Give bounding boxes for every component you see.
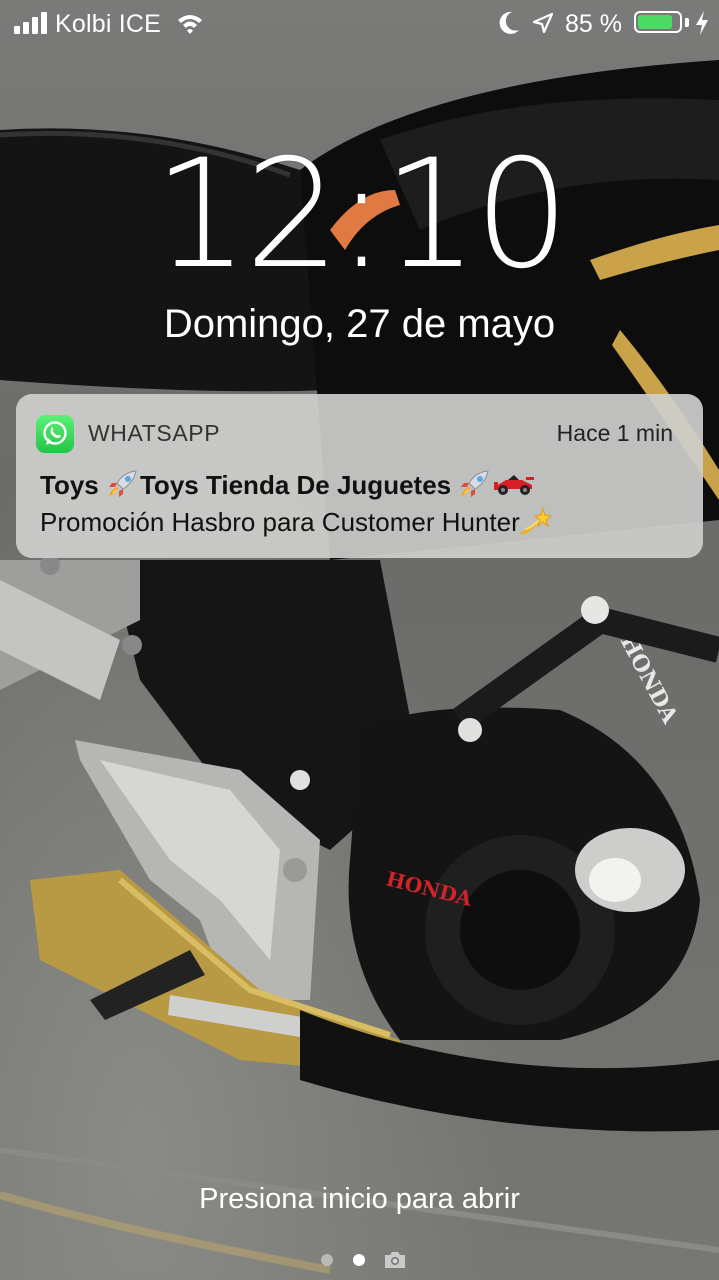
camera-icon[interactable] <box>383 1250 407 1270</box>
whatsapp-notification[interactable]: WHATSAPP Hace 1 min Toys Toys Tienda De … <box>16 394 703 558</box>
notification-title-text: Toys Tienda De Juguetes <box>139 470 459 500</box>
lock-screen-date: Domingo, 27 de mayo <box>163 302 556 346</box>
carrier-name: Kolbi ICE <box>55 10 162 38</box>
notification-title: Toys Toys Tienda De Juguetes <box>40 468 536 502</box>
lock-screen-time: 12:10 <box>153 128 569 302</box>
notification-body: Promoción Hasbro para Customer Hunter <box>40 505 554 539</box>
wifi-icon <box>178 15 202 34</box>
battery-percent: 85 % <box>565 10 622 38</box>
notification-body-text: Promoción Hasbro para Customer Hunter <box>40 507 520 537</box>
notification-title-prefix: Toys <box>40 470 106 500</box>
whatsapp-icon <box>36 415 74 453</box>
page-indicator <box>0 1248 719 1272</box>
page-dot-1 <box>321 1254 333 1266</box>
rocket-icon <box>461 470 489 497</box>
charging-bolt-icon <box>696 11 708 35</box>
battery-level-fill <box>638 15 672 29</box>
moon-icon <box>499 11 519 34</box>
dizzy-icon <box>520 507 552 535</box>
notification-header: WHATSAPP Hace 1 min <box>16 394 703 472</box>
rocket-icon <box>108 470 137 497</box>
battery-icon <box>634 11 682 33</box>
status-bar: Kolbi ICE 85 % <box>0 0 719 48</box>
racing-car-icon <box>494 475 535 495</box>
notification-app-name: WHATSAPP <box>88 420 221 446</box>
unlock-hint: Presiona inicio para abrir <box>199 1183 520 1215</box>
page-dot-2-current <box>353 1254 365 1266</box>
battery-cap <box>685 18 689 27</box>
signal-icon <box>14 12 50 34</box>
location-icon <box>532 12 554 34</box>
notification-time: Hace 1 min <box>556 420 673 446</box>
